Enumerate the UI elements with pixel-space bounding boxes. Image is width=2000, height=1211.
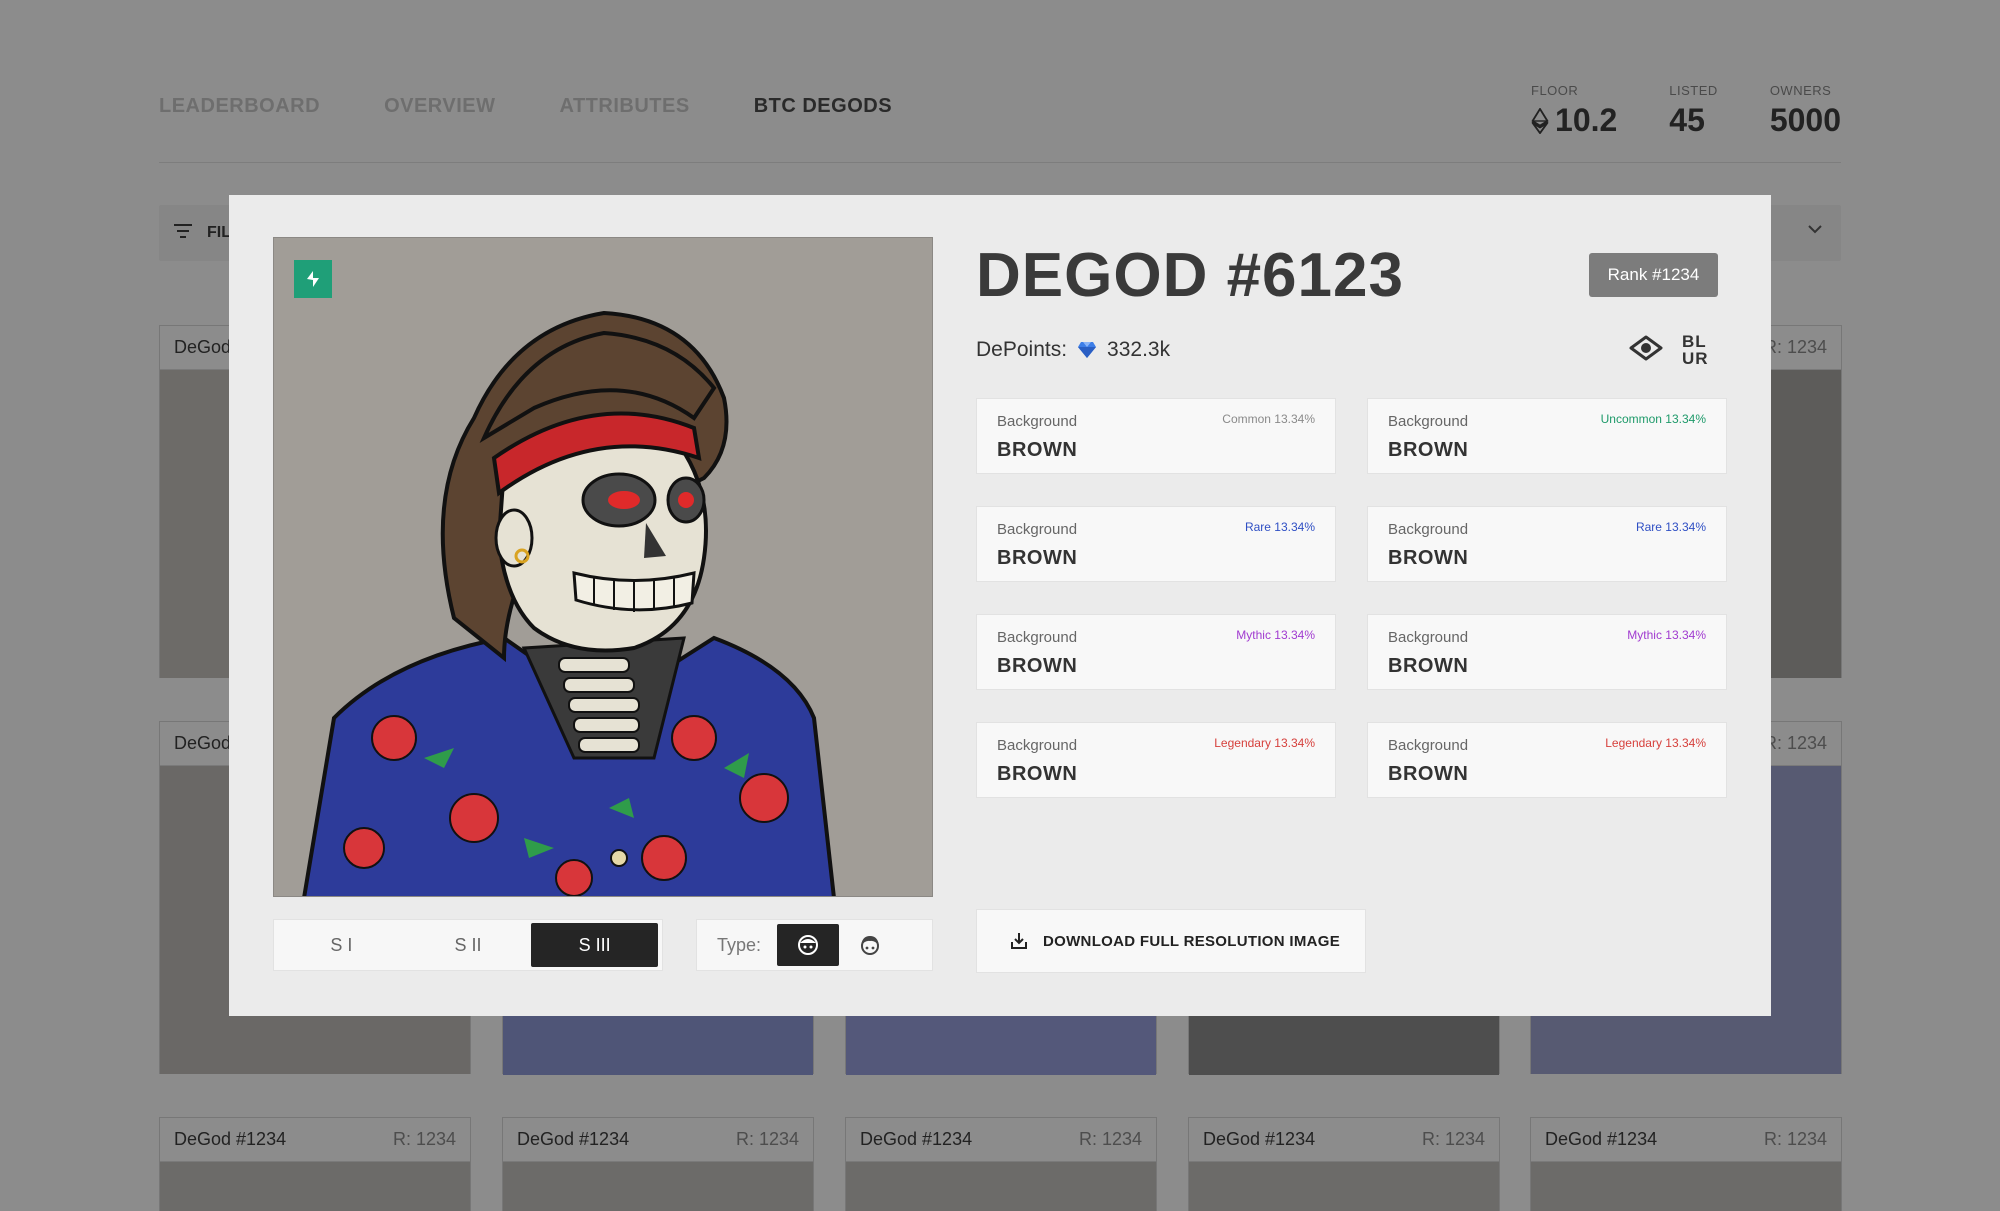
type-selector: Type: [696, 919, 933, 971]
type-male-button[interactable] [777, 924, 840, 966]
trait-rarity: Uncommon 13.34% [1600, 412, 1706, 426]
season-selector: S I S II S III [273, 919, 663, 971]
owners-label: OWNERS [1769, 83, 1832, 98]
tab-attributes[interactable]: ATTRIBUTES [560, 95, 690, 118]
card-name: DeGod #1234 [174, 1129, 287, 1149]
download-icon [1011, 933, 1027, 949]
trait-value: BROWN [1388, 655, 1469, 677]
trait-value: BROWN [997, 439, 1078, 461]
trait-rarity: Common 13.34% [1222, 412, 1315, 426]
trait-key: Background [997, 737, 1078, 754]
trait-key: Background [1388, 629, 1469, 646]
trait-card: Background BROWN Mythic 13.34% [976, 614, 1336, 690]
trait-card: Background BROWN Uncommon 13.34% [1367, 398, 1727, 474]
trait-rarity: Mythic 13.34% [1236, 628, 1315, 642]
trait-key: Background [997, 413, 1078, 430]
type-female-button[interactable] [839, 924, 901, 966]
tab-overview[interactable]: OVERVIEW [384, 95, 495, 118]
view-eye-icon[interactable] [1629, 335, 1663, 366]
card-name: DeGod [174, 337, 232, 357]
filter-icon [173, 223, 193, 244]
season-1-button[interactable]: S I [278, 923, 405, 967]
trait-rarity: Legendary 13.34% [1214, 736, 1315, 750]
trait-rarity: Mythic 13.34% [1627, 628, 1706, 642]
trait-value: BROWN [1388, 547, 1469, 569]
card-name: DeGod #1234 [1203, 1129, 1316, 1149]
depoints-label: DePoints: [976, 338, 1068, 361]
nft-card[interactable]: DeGod #1234 R: 1234 [845, 1117, 1157, 1211]
tab-btc-degods[interactable]: BTC DEGODS [754, 95, 892, 118]
trait-key: Background [1388, 521, 1469, 538]
card-rank: R: 1234 [735, 1129, 799, 1149]
trait-card: Background BROWN Common 13.34% [976, 398, 1336, 474]
trait-value: BROWN [1388, 439, 1469, 461]
card-rank: R: 1234 [1078, 1129, 1142, 1149]
trait-rarity: Legendary 13.34% [1605, 736, 1706, 750]
trait-value: BROWN [997, 655, 1078, 677]
listed-stat: LISTED 45 [1669, 83, 1718, 139]
listed-label: LISTED [1669, 83, 1718, 98]
floor-label: FLOOR [1531, 83, 1579, 98]
trait-card: Background BROWN Legendary 13.34% [1367, 722, 1727, 798]
diamond-icon [1078, 342, 1097, 358]
trait-value: BROWN [997, 547, 1078, 569]
card-rank: R: 1234 [392, 1129, 456, 1149]
nft-card[interactable]: DeGod #1234 R: 1234 [502, 1117, 814, 1211]
header-divider [159, 162, 1841, 163]
nft-detail-modal: S I S II S III Type: DEGOD #6123 Rank #1… [229, 195, 1771, 1016]
nft-title: DEGOD #6123 [976, 241, 1404, 310]
filter-label: FIL [207, 224, 231, 241]
trait-card: Background BROWN Rare 13.34% [976, 506, 1336, 582]
top-nav: LEADERBOARD OVERVIEW ATTRIBUTES BTC DEGO… [159, 95, 892, 118]
blur-marketplace-logo[interactable]: BL UR [1682, 333, 1718, 367]
season-3-button[interactable]: S III [531, 923, 659, 967]
ethereum-icon [1531, 107, 1549, 134]
male-face-icon [798, 935, 819, 955]
owners-value: 5000 [1769, 102, 1841, 138]
rank-badge: Rank #1234 [1589, 253, 1718, 297]
trait-value: BROWN [1388, 763, 1469, 785]
trait-key: Background [1388, 737, 1469, 754]
floor-value: 10.2 [1555, 102, 1618, 138]
owners-stat: OWNERS 5000 [1770, 83, 1841, 139]
trait-rarity: Rare 13.34% [1635, 520, 1706, 534]
card-name: DeGod #1234 [1545, 1129, 1658, 1149]
card-name: DeGod #1234 [860, 1129, 973, 1149]
trait-card: Background BROWN Legendary 13.34% [976, 722, 1336, 798]
depoints-value: 332.3k [1107, 338, 1171, 361]
trait-key: Background [997, 521, 1078, 538]
depoints-row: DePoints: 332.3k [976, 338, 1170, 362]
nft-card[interactable]: DeGod #1234 R: 1234 [159, 1117, 471, 1211]
female-face-icon [861, 936, 880, 955]
floor-stat: FLOOR 10.2 [1531, 83, 1617, 139]
nft-artwork [273, 237, 933, 897]
nft-card[interactable]: DeGod #1234 R: 1234 [1530, 1117, 1842, 1211]
collection-stats: FLOOR 10.2 LISTED 45 OWNERS 5000 [1531, 83, 1841, 139]
tab-leaderboard[interactable]: LEADERBOARD [159, 95, 320, 118]
card-rank: R: 1234 [1763, 733, 1827, 753]
download-label: DOWNLOAD FULL RESOLUTION IMAGE [1043, 932, 1341, 950]
download-button[interactable]: DOWNLOAD FULL RESOLUTION IMAGE [976, 909, 1366, 973]
card-rank: R: 1234 [1763, 1129, 1827, 1149]
season-2-button[interactable]: S II [405, 923, 532, 967]
listed-value: 45 [1669, 102, 1705, 138]
trait-card: Background BROWN Rare 13.34% [1367, 506, 1727, 582]
lightning-badge-icon [294, 260, 332, 298]
trait-value: BROWN [997, 763, 1078, 785]
card-name: DeGod #1234 [517, 1129, 630, 1149]
type-label: Type: [717, 934, 762, 955]
trait-key: Background [997, 629, 1078, 646]
card-name: DeGod [174, 733, 232, 753]
trait-card: Background BROWN Mythic 13.34% [1367, 614, 1727, 690]
trait-rarity: Rare 13.34% [1244, 520, 1315, 534]
card-rank: R: 1234 [1763, 337, 1827, 357]
nft-card[interactable]: DeGod #1234 R: 1234 [1188, 1117, 1500, 1211]
trait-key: Background [1388, 413, 1469, 430]
card-rank: R: 1234 [1421, 1129, 1485, 1149]
degod-illustration [302, 310, 836, 896]
chevron-down-icon[interactable] [1807, 221, 1823, 239]
